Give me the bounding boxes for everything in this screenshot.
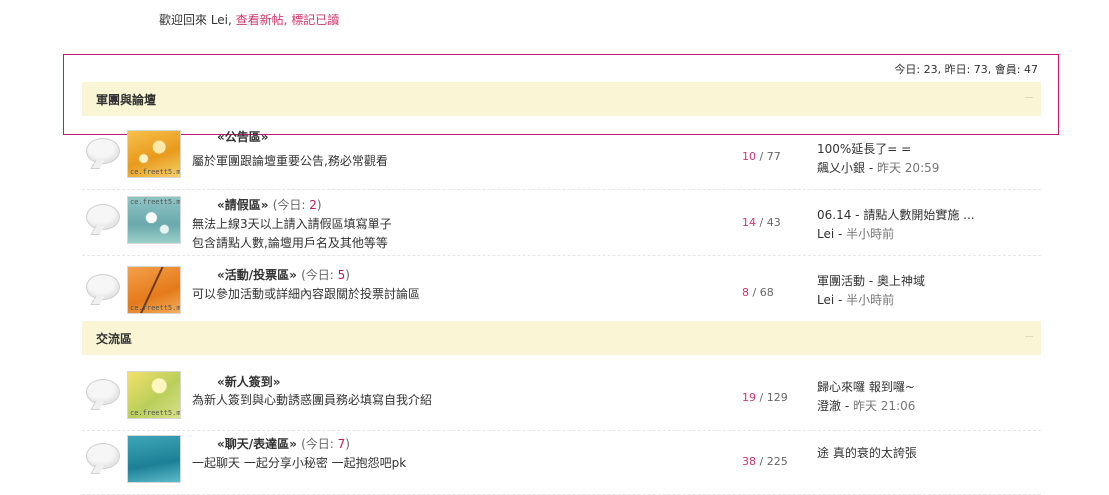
forum-status-icon	[86, 443, 120, 469]
thumbnail-tag: ce.freett5.me	[130, 409, 181, 417]
welcome-text: 歡迎回來 Lei,	[159, 13, 236, 27]
collapse-icon[interactable]	[1025, 336, 1033, 337]
last-post-time: 半小時前	[846, 293, 895, 307]
mark-read-link[interactable]: 標記已讀	[291, 13, 339, 27]
thumbnail-tag: ce.freett5.me	[130, 168, 181, 176]
forum-thumbnail[interactable]: ce.freett5.me	[127, 266, 181, 314]
forum-row: ce.freett5.me «公告區» 屬於軍團跟論壇重要公告,務必常觀看 10…	[82, 126, 1041, 190]
forum-counts: 19 / 129	[742, 391, 788, 404]
forum-title[interactable]: «新人簽到»	[217, 373, 281, 390]
last-post-title[interactable]: 100%延長了= =	[817, 140, 911, 157]
forum-counts: 38 / 225	[742, 455, 788, 468]
forum-row: «聊天/表達區» (今日: 7) 一起聊天 一起分享小秘密 一起抱怨吧pk 38…	[82, 431, 1041, 495]
forum-stats: 今日: 23, 昨日: 73, 會員: 47	[894, 63, 1038, 76]
forum-status-icon	[86, 274, 120, 300]
last-post-title[interactable]: 途 真的衰的太誇張	[817, 444, 917, 461]
forum-status-icon	[86, 138, 120, 164]
last-post-user[interactable]: Lei	[817, 293, 834, 307]
forum-status-icon	[86, 379, 120, 405]
forum-title[interactable]: «請假區» (今日: 2)	[217, 196, 322, 213]
last-post-user[interactable]: Lei	[817, 227, 834, 241]
thumbnail-tag: ce.freett5.me	[130, 304, 181, 312]
last-post-time: 昨天 20:59	[876, 161, 940, 175]
last-post-meta: Lei - 半小時前	[817, 293, 895, 307]
forum-row: ce.freett5.me «請假區» (今日: 2) 無法上線3天以上請入請假…	[82, 192, 1041, 256]
forum-title[interactable]: «公告區»	[217, 128, 269, 145]
last-post-meta: Lei - 半小時前	[817, 227, 895, 241]
thumbnail-tag: ce.freett5.me	[130, 198, 181, 206]
forum-description-line2: 包含請點人數,論壇用戶名及其他等等	[192, 236, 388, 250]
forum-counts: 10 / 77	[742, 150, 781, 163]
forum-description: 無法上線3天以上請入請假區填寫單子	[192, 217, 392, 231]
last-post-user[interactable]: 澄澈	[817, 399, 841, 413]
last-post-meta: 飆乂小銀 - 昨天 20:59	[817, 161, 940, 175]
view-new-posts-link[interactable]: 查看新帖	[236, 13, 284, 27]
forum-row: ce.freett5.me «活動/投票區» (今日: 5) 可以參加活動或詳細…	[82, 262, 1041, 326]
forum-thumbnail[interactable]	[127, 435, 181, 483]
category-header[interactable]: 交流區	[82, 321, 1041, 355]
forum-title[interactable]: «活動/投票區» (今日: 5)	[217, 266, 350, 283]
welcome-bar: 歡迎回來 Lei, 查看新帖, 標記已讀	[159, 11, 339, 28]
forum-description: 屬於軍團跟論壇重要公告,務必常觀看	[192, 154, 388, 168]
last-post-time: 昨天 21:06	[852, 399, 916, 413]
forum-status-icon	[86, 204, 120, 230]
forum-description: 為新人簽到與心動誘惑團員務必填寫自我介紹	[192, 393, 433, 407]
category-header[interactable]: 軍團與論壇	[82, 82, 1041, 116]
forum-thumbnail[interactable]: ce.freett5.me	[127, 130, 181, 178]
category-title[interactable]: 交流區	[96, 330, 132, 347]
category-title[interactable]: 軍團與論壇	[96, 91, 156, 108]
forum-description: 可以參加活動或詳細內容跟關於投票討論區	[192, 287, 421, 301]
forum-counts: 14 / 43	[742, 216, 781, 229]
forum-thumbnail[interactable]: ce.freett5.me	[127, 196, 181, 244]
forum-title[interactable]: «聊天/表達區» (今日: 7)	[217, 435, 350, 452]
last-post-time: 半小時前	[846, 227, 895, 241]
last-post-meta: 澄澈 - 昨天 21:06	[817, 399, 916, 413]
collapse-icon[interactable]	[1025, 97, 1033, 98]
last-post-title[interactable]: 06.14 - 請點人數開始實施 ...	[817, 206, 975, 223]
forum-row: ce.freett5.me «新人簽到» 為新人簽到與心動誘惑團員務必填寫自我介…	[82, 367, 1041, 431]
forum-thumbnail[interactable]: ce.freett5.me	[127, 371, 181, 419]
forum-description: 一起聊天 一起分享小秘密 一起抱怨吧pk	[192, 456, 407, 470]
last-post-title[interactable]: 軍團活動 - 奧上神域	[817, 272, 925, 289]
forum-counts: 8 / 68	[742, 286, 774, 299]
last-post-user[interactable]: 飆乂小銀	[817, 161, 865, 175]
last-post-title[interactable]: 歸心來囉 報到囉~	[817, 378, 915, 395]
